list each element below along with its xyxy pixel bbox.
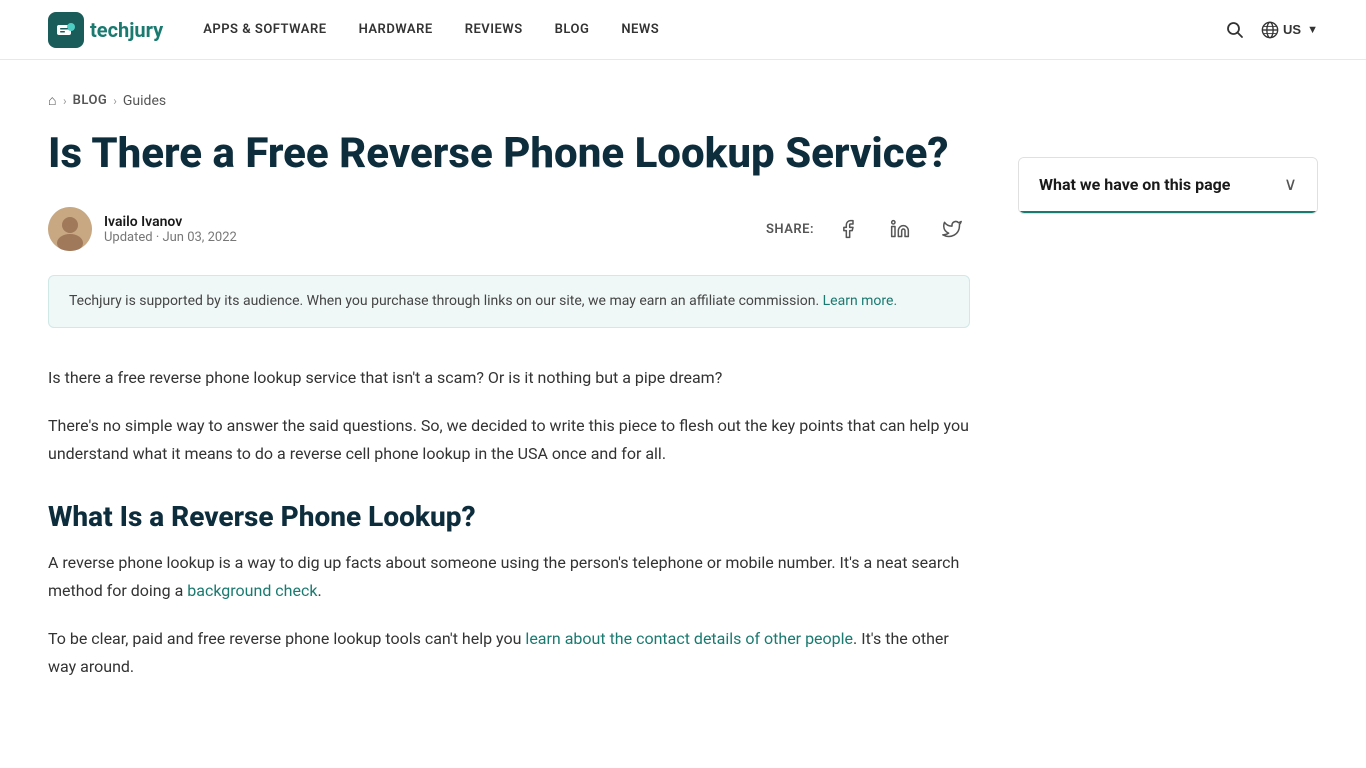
nav-blog[interactable]: BLOG: [555, 22, 590, 37]
breadcrumb-current: Guides: [123, 93, 166, 109]
breadcrumb-sep-1: ›: [63, 94, 67, 108]
breadcrumb-blog-link[interactable]: Blog: [73, 93, 108, 108]
disclaimer-learn-more-link[interactable]: Learn more.: [823, 293, 898, 309]
author-info: Ivailo Ivanov Updated · Jun 03, 2022: [48, 207, 237, 251]
contact-details-link[interactable]: learn about the contact details of other…: [525, 629, 853, 648]
globe-icon: [1261, 21, 1279, 39]
background-check-link[interactable]: background check: [187, 581, 317, 600]
toc-header[interactable]: What we have on this page ∨: [1019, 158, 1317, 213]
twitter-icon: [942, 219, 962, 239]
article-title: Is There a Free Reverse Phone Lookup Ser…: [48, 129, 970, 179]
search-button[interactable]: [1225, 20, 1245, 40]
avatar-image: [48, 207, 92, 251]
breadcrumb: ⌂ › Blog › Guides: [48, 60, 1318, 129]
author-details: Ivailo Ivanov Updated · Jun 03, 2022: [104, 214, 237, 245]
nav-news[interactable]: NEWS: [621, 22, 659, 37]
site-header: techjury APPS & SOFTWARE HARDWARE REVIEW…: [0, 0, 1366, 60]
toc-chevron-icon: ∨: [1284, 174, 1297, 195]
disclaimer-text: Techjury is supported by its audience. W…: [69, 293, 819, 309]
author-row: Ivailo Ivanov Updated · Jun 03, 2022 SHA…: [48, 207, 970, 251]
main-content: Is There a Free Reverse Phone Lookup Ser…: [48, 129, 970, 701]
region-chevron-icon: ▼: [1307, 24, 1318, 36]
author-name: Ivailo Ivanov: [104, 214, 237, 230]
header-left: techjury APPS & SOFTWARE HARDWARE REVIEW…: [48, 12, 659, 48]
facebook-icon: [838, 219, 858, 239]
article-section1-p2: To be clear, paid and free reverse phone…: [48, 625, 970, 681]
article-intro-p1: Is there a free reverse phone lookup ser…: [48, 364, 970, 392]
article-body: Is there a free reverse phone lookup ser…: [48, 364, 970, 681]
nav-reviews[interactable]: REVIEWS: [465, 22, 523, 37]
author-date: Updated · Jun 03, 2022: [104, 230, 237, 245]
article-intro-p2: There's no simple way to answer the said…: [48, 412, 970, 468]
disclaimer-box: Techjury is supported by its audience. W…: [48, 275, 970, 327]
breadcrumb-sep-2: ›: [113, 94, 117, 108]
search-icon: [1225, 20, 1245, 40]
main-nav: APPS & SOFTWARE HARDWARE REVIEWS BLOG NE…: [203, 22, 659, 37]
linkedin-icon: [890, 219, 910, 239]
region-label: US: [1283, 22, 1301, 37]
facebook-share-button[interactable]: [830, 211, 866, 247]
sidebar: What we have on this page ∨: [1018, 157, 1318, 214]
logo-link[interactable]: techjury: [48, 12, 163, 48]
section1-heading: What Is a Reverse Phone Lookup?: [48, 500, 970, 533]
share-label: SHARE:: [766, 222, 814, 237]
nav-hardware[interactable]: HARDWARE: [359, 22, 433, 37]
breadcrumb-home-link[interactable]: ⌂: [48, 92, 57, 109]
linkedin-share-button[interactable]: [882, 211, 918, 247]
header-right: US ▼: [1225, 20, 1318, 40]
content-layout: Is There a Free Reverse Phone Lookup Ser…: [48, 129, 1318, 701]
share-row: SHARE:: [766, 211, 970, 247]
logo-text: techjury: [90, 18, 163, 42]
avatar: [48, 207, 92, 251]
article-section1-p1: A reverse phone lookup is a way to dig u…: [48, 549, 970, 605]
region-selector[interactable]: US ▼: [1261, 21, 1318, 39]
home-icon: ⌂: [48, 93, 57, 109]
toc-title: What we have on this page: [1039, 175, 1230, 194]
twitter-share-button[interactable]: [934, 211, 970, 247]
nav-apps-software[interactable]: APPS & SOFTWARE: [203, 22, 326, 37]
toc-box: What we have on this page ∨: [1018, 157, 1318, 214]
page-container: ⌂ › Blog › Guides Is There a Free Revers…: [0, 60, 1366, 701]
logo-icon: [48, 12, 84, 48]
